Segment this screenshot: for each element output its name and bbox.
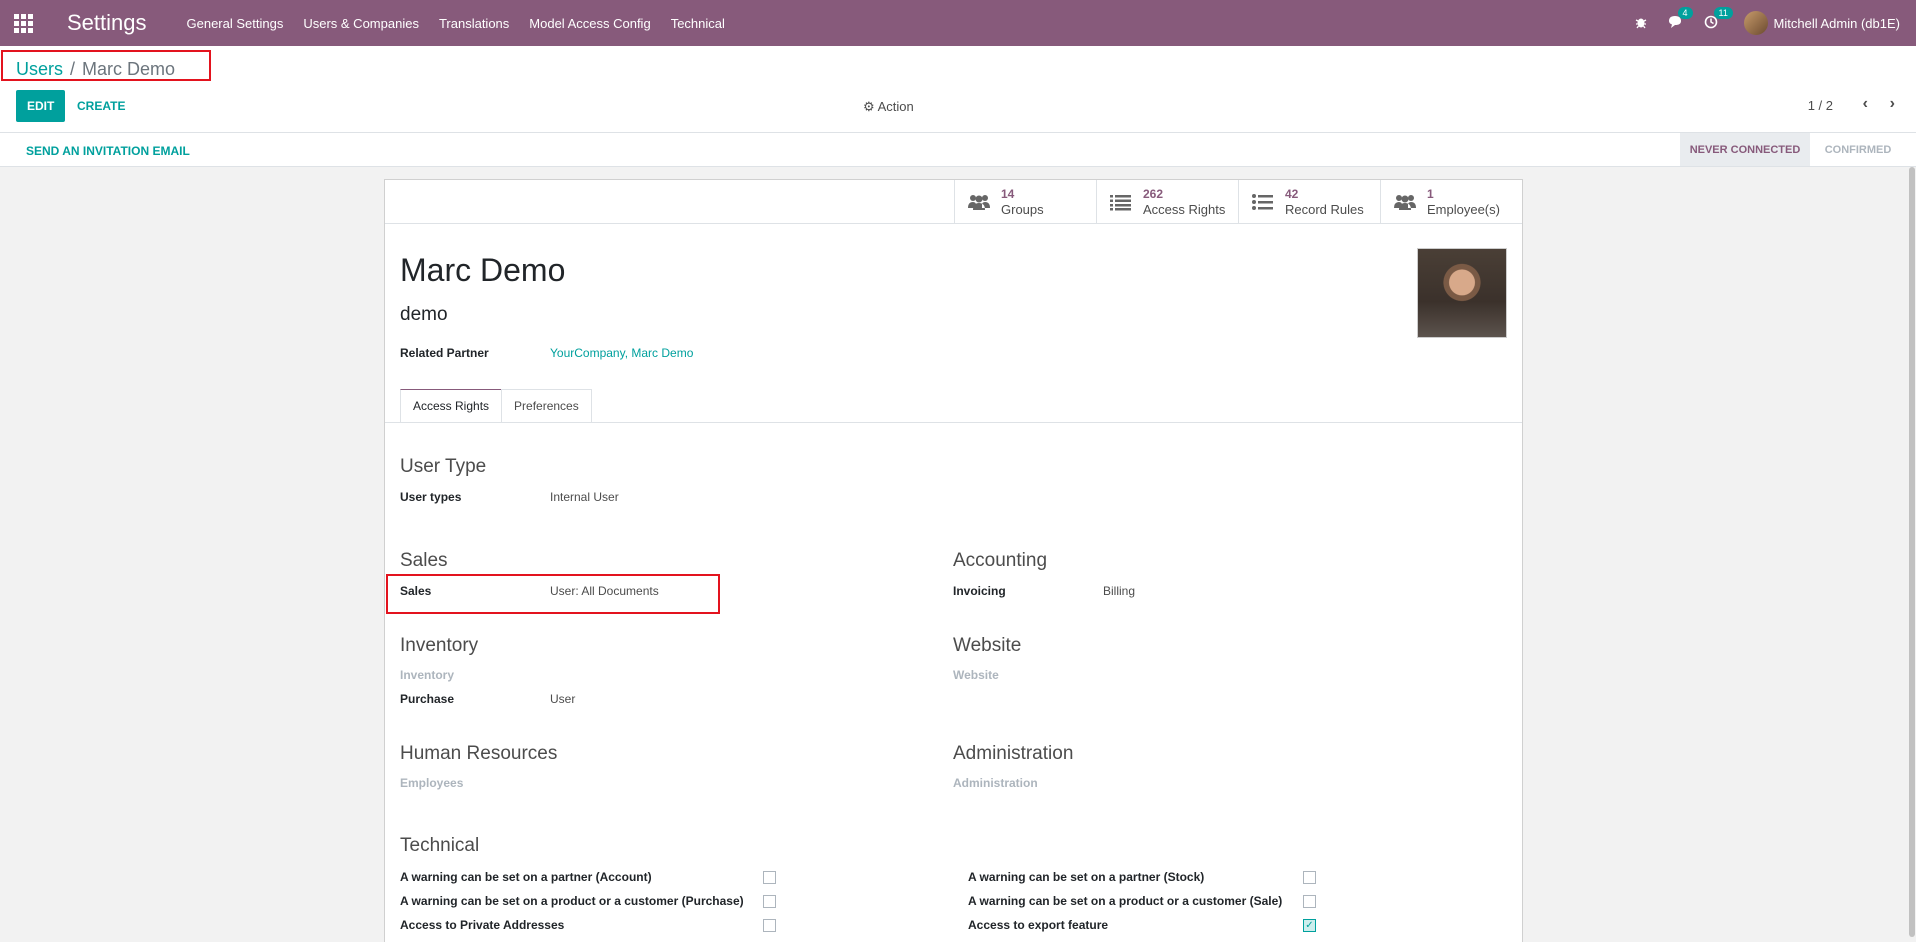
pager-value[interactable]: 1 / 2 [1808,98,1833,113]
user-types-label: User types [400,490,462,504]
inventory-title: Inventory [400,635,479,656]
notebook-tabs: Access Rights Preferences [400,389,592,423]
menu-technical[interactable]: Technical [671,16,725,31]
groups-count: 14 [1001,187,1015,201]
employees-stat-button[interactable]: 1 Employee(s) [1380,180,1522,224]
tab-access-rights[interactable]: Access Rights [400,389,503,423]
record-rules-label: Record Rules [1285,202,1364,217]
groups-label: Groups [1001,202,1044,217]
invoicing-label: Invoicing [953,584,1006,598]
tab-preferences[interactable]: Preferences [501,389,592,423]
menu-translations[interactable]: Translations [439,16,509,31]
employees-label: Employee(s) [1427,202,1500,217]
avatar [1743,11,1768,35]
breadcrumb-highlight [1,50,211,81]
app-title[interactable]: Settings [67,10,147,36]
user-name-field[interactable]: Marc Demo [400,252,565,289]
access-rights-count: 262 [1143,187,1164,201]
edit-button[interactable]: EDIT [16,90,66,122]
control-panel: Users / Marc Demo EDIT CREATE ⚙ Action 1 /… [0,46,1916,133]
warning-partner-account-label: A warning can be set on a partner (Accou… [400,870,652,884]
action-dropdown[interactable]: ⚙ Action [863,99,914,115]
warning-product-purchase-checkbox[interactable] [763,895,776,908]
users-icon [967,193,991,211]
warning-partner-stock-label: A warning can be set on a partner (Stock… [968,870,1205,884]
private-addresses-label: Access to Private Addresses [400,918,565,932]
action-label: Action [877,99,914,114]
menu-general-settings[interactable]: General Settings [187,16,284,31]
record-rules-count: 42 [1285,187,1299,201]
access-rights-stat-button[interactable]: 262 Access Rights [1096,180,1238,224]
administration-title: Administration [953,743,1074,764]
warning-partner-account-checkbox[interactable] [763,871,776,884]
create-button[interactable]: CREATE [77,99,125,113]
export-feature-checkbox[interactable]: ✓ [1303,919,1316,932]
menu-users-companies[interactable]: Users & Companies [303,16,419,31]
user-type-title: User Type [400,456,487,477]
scrollbar[interactable] [1908,167,1916,942]
inventory-label: Inventory [400,668,455,682]
warning-partner-stock-checkbox[interactable] [1303,871,1316,884]
employees-label: Employees [400,776,464,790]
scrollbar-thumb[interactable] [1909,167,1915,937]
user-name: Mitchell Admin (db1E) [1773,15,1900,31]
button-box: 14 Groups 262 Access Rights 42 Record Rules… [954,180,1522,224]
warning-product-sale-checkbox[interactable] [1303,895,1316,908]
export-feature-label: Access to export feature [968,918,1109,932]
access-rights-label: Access Rights [1143,202,1226,217]
website-label: Website [953,668,999,682]
purchase-label: Purchase [400,692,455,706]
messages-icon[interactable]: 4 [1668,6,1693,32]
groups-stat-button[interactable]: 14 Groups [954,180,1096,224]
private-addresses-checkbox[interactable] [763,919,776,932]
activities-clock-icon[interactable]: 11 [1704,6,1733,32]
messages-badge: 4 [1677,6,1693,19]
stage-confirmed: CONFIRMED [1824,143,1892,156]
related-partner-link[interactable]: YourCompany, Marc Demo [550,346,693,360]
users-icon [1393,193,1417,211]
accounting-title: Accounting [953,550,1048,571]
human-resources-title: Human Resources [400,743,558,764]
administration-label: Administration [953,776,1038,790]
warning-product-sale-label: A warning can be set on a product or a c… [968,894,1283,908]
activities-badge: 11 [1713,6,1733,19]
related-partner-label: Related Partner [400,346,489,360]
send-invitation-button[interactable]: SEND AN INVITATION EMAIL [26,144,190,158]
gear-icon: ⚙ [863,99,875,114]
menu-model-access-config[interactable]: Model Access Config [529,16,650,31]
technical-title: Technical [400,835,480,856]
user-types-value[interactable]: Internal User [550,490,619,504]
employees-count: 1 [1427,187,1434,201]
record-rules-stat-button[interactable]: 42 Record Rules [1238,180,1380,224]
sales-title: Sales [400,550,448,571]
list-icon [1109,193,1133,211]
tab-divider [385,422,1522,423]
warning-product-purchase-label: A warning can be set on a product or a c… [400,894,744,908]
chevron-right-icon[interactable]: › [1890,95,1895,113]
stage-never-connected: NEVER CONNECTED [1680,133,1810,166]
debug-bug-icon[interactable] [1634,15,1648,32]
checkmark-icon: ✓ [1305,920,1314,931]
list-bullets-icon [1251,193,1275,211]
website-title: Website [953,635,1022,656]
apps-menu-icon[interactable] [0,0,46,46]
user-menu[interactable]: Mitchell Admin (db1E) [1743,11,1900,35]
invoicing-value[interactable]: Billing [1103,584,1135,598]
status-bar: SEND AN INVITATION EMAIL NEVER CONNECTED… [0,133,1916,167]
chevron-left-icon[interactable]: ‹ [1863,95,1868,113]
user-photo[interactable] [1417,248,1507,338]
form-sheet: 14 Groups 262 Access Rights 42 Record Rules… [384,179,1523,942]
top-navbar: Settings General Settings Users & Compan… [0,0,1916,46]
purchase-value[interactable]: User [550,692,575,706]
sales-highlight [386,574,720,614]
user-login-field[interactable]: demo [400,304,448,326]
